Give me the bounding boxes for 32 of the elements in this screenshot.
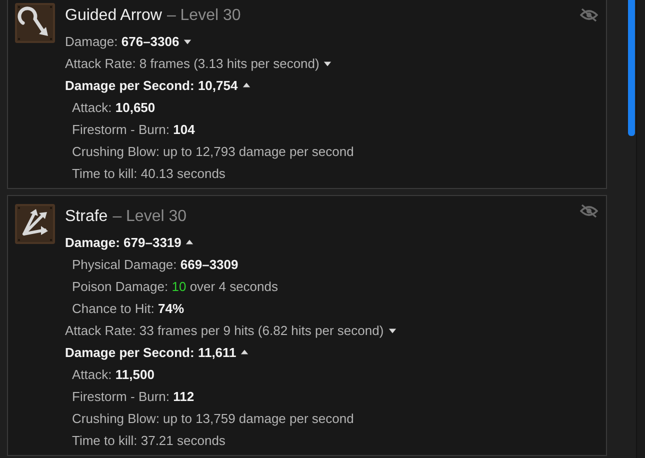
stat-text: Damage per Second: 11,611: [65, 344, 236, 360]
skill-level: – Level 30: [112, 208, 187, 226]
stat-text: Attack: 11,500: [72, 366, 154, 382]
eye-slash-icon[interactable]: [580, 8, 598, 22]
caret-up-icon[interactable]: [242, 80, 251, 90]
caret-down-icon[interactable]: [183, 36, 192, 46]
caret-up-icon[interactable]: [185, 238, 194, 246]
stat-text: Physical Damage: 669–3309: [72, 256, 238, 272]
stat-text: Poison Damage: 10 over 4 seconds: [72, 278, 278, 294]
caret-down-icon[interactable]: [323, 58, 332, 68]
stat-text: Crushing Blow: up to 12,793 damage per second: [72, 144, 354, 158]
stat-text: Chance to Hit: 74%: [72, 300, 184, 316]
caret-down-icon[interactable]: [388, 326, 397, 334]
stat-text: Time to kill: 37.21 seconds: [72, 432, 226, 448]
stat-text: Damage: 679–3319: [65, 234, 182, 250]
arrows-icon: [15, 204, 55, 244]
skill-name: Strafe: [65, 208, 108, 226]
stat-text: Firestorm - Burn: 112: [72, 388, 194, 404]
skill-name: Guided Arrow: [65, 7, 162, 25]
scrollbar-thumb[interactable]: [628, 0, 635, 136]
stat-text: Damage: 676–3306: [65, 34, 180, 48]
stat-text: Crushing Blow: up to 13,759 damage per second: [72, 410, 354, 426]
stat-text: Attack Rate: 8 frames (3.13 hits per second): [65, 56, 320, 70]
stat-text: Attack Rate: 33 frames per 9 hits (6.82 hits per second): [65, 322, 384, 338]
stat-text: Firestorm - Burn: 104: [72, 122, 195, 136]
curved-arrow-icon: [15, 3, 55, 43]
skill-level: – Level 30: [166, 7, 241, 25]
caret-up-icon[interactable]: [240, 348, 250, 356]
stat-text: Time to kill: 40.13 seconds: [72, 166, 226, 180]
stat-text: Damage per Second: 10,754: [65, 78, 238, 92]
stat-text: Attack: 10,650: [72, 100, 156, 114]
eye-slash-icon[interactable]: [580, 204, 598, 218]
